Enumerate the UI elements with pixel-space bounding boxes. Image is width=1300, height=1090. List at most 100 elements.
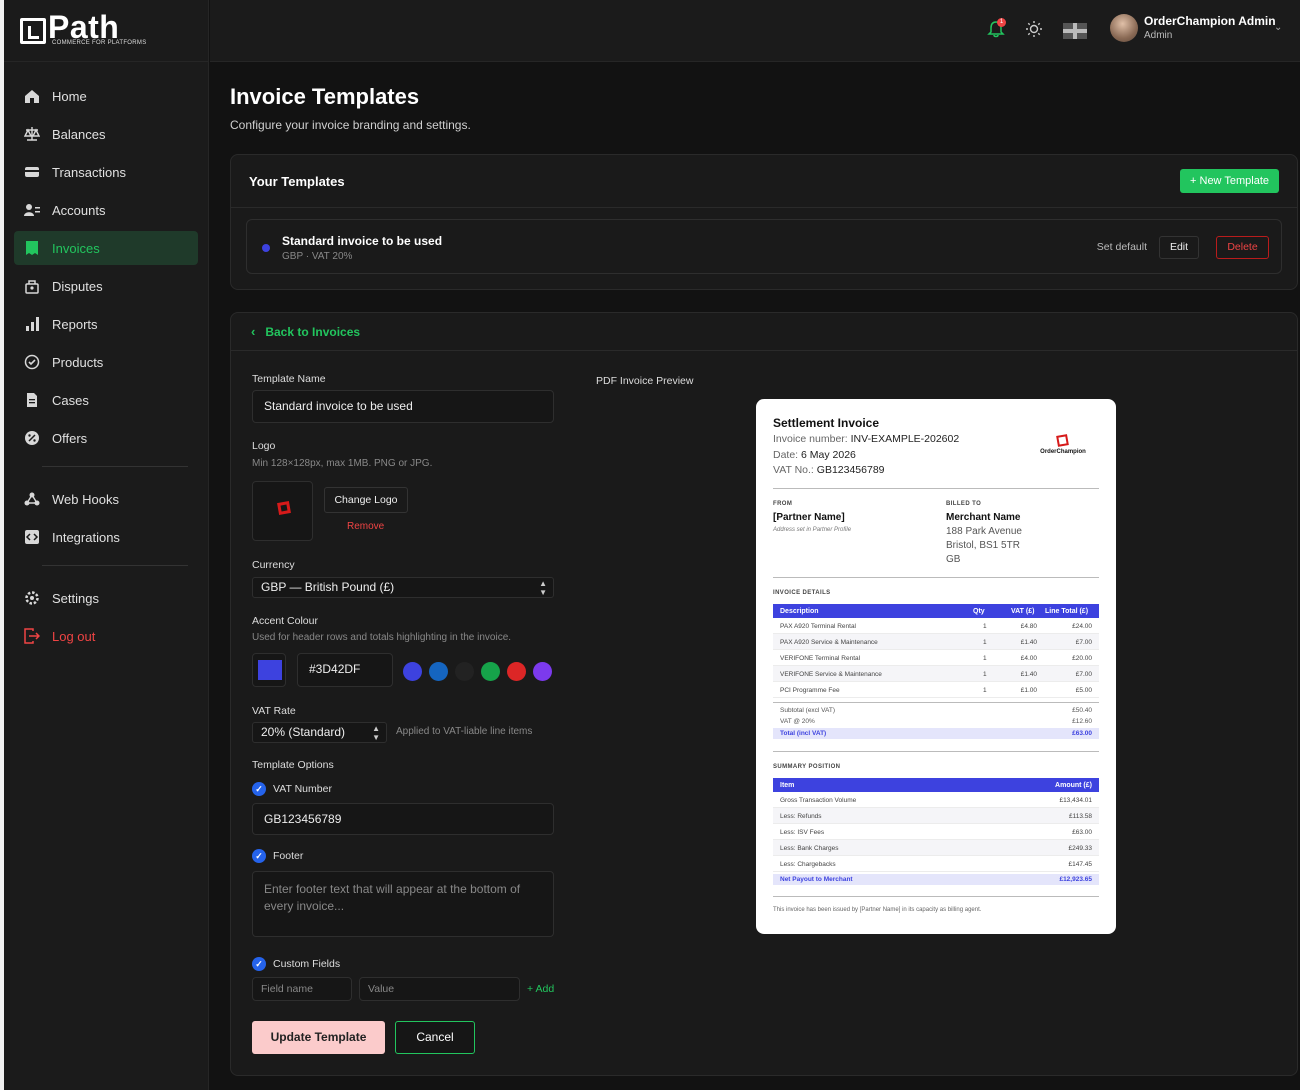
- orderchampion-logo-icon: [1056, 434, 1069, 447]
- accent-hex-input[interactable]: #3D42DF: [297, 653, 393, 687]
- card-icon: [24, 164, 40, 180]
- sidebar-item-label: Offers: [52, 430, 88, 446]
- sidebar-item-settings[interactable]: Settings: [14, 581, 198, 615]
- change-logo-button[interactable]: Change Logo: [324, 487, 408, 513]
- accent-color-picker[interactable]: [252, 653, 286, 687]
- invoice-date-line: Date: 6 May 2026: [773, 449, 856, 461]
- page-subtitle: Configure your invoice branding and sett…: [230, 118, 471, 132]
- footer-textarea[interactable]: Enter footer text that will appear at th…: [252, 871, 554, 937]
- billed-to-address-1: 188 Park Avenue: [946, 526, 1022, 537]
- vat-row: VAT @ 20% £12.60: [773, 716, 1099, 727]
- vat-rate-label: VAT Rate: [252, 705, 296, 717]
- vat-rate-select[interactable]: 20% (Standard) ▲ ▼: [252, 722, 387, 743]
- billed-to-address-3: GB: [946, 554, 961, 565]
- invoice-vat-label: VAT No.:: [773, 464, 814, 476]
- invoice-footer-note: This invoice has been issued by [Partner…: [773, 907, 982, 913]
- delete-template-button[interactable]: Delete: [1216, 236, 1269, 259]
- vat-number-label: VAT Number: [273, 783, 332, 795]
- footer-checkbox[interactable]: ✓: [252, 849, 266, 863]
- language-button[interactable]: [1062, 20, 1088, 42]
- payout-value: £12,923.65: [1059, 876, 1092, 883]
- row-vat: £4.00: [1020, 655, 1037, 662]
- color-option-red[interactable]: [507, 662, 526, 681]
- sidebar-item-home[interactable]: Home: [14, 79, 198, 113]
- color-option-green[interactable]: [481, 662, 500, 681]
- table-row: VERIFONE Terminal Rental 1 £4.00 £20.00: [773, 650, 1099, 666]
- invoice-number: INV-EXAMPLE-202602: [850, 433, 960, 445]
- total-value: £63.00: [1072, 730, 1092, 737]
- invoice-title: Settlement Invoice: [773, 416, 880, 430]
- details-table-header: Description Qty VAT (£) Line Total (£): [773, 604, 1099, 618]
- vat-rate-value: 20% (Standard): [261, 725, 346, 739]
- avatar[interactable]: [1110, 14, 1138, 42]
- row-description: PAX A920 Terminal Rental: [780, 623, 856, 630]
- sidebar-item-label: Balances: [52, 126, 106, 142]
- sidebar-item-integrations[interactable]: Integrations: [14, 520, 198, 554]
- integrations-icon: [24, 529, 40, 545]
- sidebar-item-label: Web Hooks: [52, 491, 119, 507]
- footer-label: Footer: [273, 850, 304, 862]
- theme-toggle-button[interactable]: [1023, 20, 1045, 42]
- sidebar-item-label: Cases: [52, 392, 89, 408]
- summary-item: Less: ISV Fees: [780, 829, 825, 836]
- sidebar-item-transactions[interactable]: Transactions: [14, 155, 198, 189]
- pdf-preview-heading: PDF Invoice Preview: [596, 375, 694, 387]
- dispute-icon: [24, 278, 40, 294]
- user-role: Admin: [1144, 30, 1173, 41]
- color-option-purple[interactable]: [533, 662, 552, 681]
- color-option-dark-blue[interactable]: [429, 662, 448, 681]
- cancel-button[interactable]: Cancel: [395, 1021, 475, 1054]
- table-row: PCI Programme Fee 1 £1.00 £5.00: [773, 682, 1099, 698]
- row-total: £24.00: [1072, 623, 1092, 630]
- sidebar-item-logout[interactable]: Log out: [14, 619, 198, 653]
- color-option-blue[interactable]: [403, 662, 422, 681]
- field-name-input[interactable]: Field name: [252, 977, 352, 1001]
- currency-value: GBP — British Pound (£): [261, 580, 395, 594]
- invoice-number-label: Invoice number:: [773, 433, 848, 445]
- column-header: Amount (£): [1055, 782, 1092, 789]
- new-template-button[interactable]: + New Template: [1180, 169, 1279, 193]
- edit-template-button[interactable]: Edit: [1159, 236, 1199, 259]
- sidebar-item-balances[interactable]: Balances: [14, 117, 198, 151]
- table-row: Less: Refunds £113.58: [773, 808, 1099, 824]
- logo-thumbnail: [252, 481, 313, 541]
- sidebar-item-products[interactable]: Products: [14, 345, 198, 379]
- add-custom-field-link[interactable]: + Add: [527, 983, 554, 995]
- update-template-button[interactable]: Update Template: [252, 1021, 385, 1054]
- invoice-number-line: Invoice number: INV-EXAMPLE-202602: [773, 433, 959, 445]
- summary-table-header: Item Amount (£): [773, 778, 1099, 792]
- remove-logo-link[interactable]: Remove: [347, 521, 384, 532]
- sidebar-item-offers[interactable]: Offers: [14, 421, 198, 455]
- user-name[interactable]: OrderChampion Admin: [1144, 14, 1276, 28]
- vat-number-input[interactable]: GB123456789: [252, 803, 554, 835]
- divider: [773, 577, 1099, 578]
- summary-item: Less: Chargebacks: [780, 861, 836, 868]
- sidebar-item-invoices[interactable]: Invoices: [14, 231, 198, 265]
- vat-number-checkbox[interactable]: ✓: [252, 782, 266, 796]
- row-description: PAX A920 Service & Maintenance: [780, 639, 878, 646]
- notifications-button[interactable]: 1: [985, 18, 1007, 42]
- back-to-invoices-link[interactable]: ‹ Back to Invoices: [231, 313, 1297, 351]
- row-qty: 1: [983, 687, 987, 694]
- back-label: Back to Invoices: [265, 324, 361, 339]
- sidebar-item-webhooks[interactable]: Web Hooks: [14, 482, 198, 516]
- home-icon: [24, 88, 40, 104]
- from-name: [Partner Name]: [773, 512, 845, 523]
- field-value-input[interactable]: Value: [359, 977, 520, 1001]
- summary-item: Less: Bank Charges: [780, 845, 839, 852]
- custom-fields-checkbox[interactable]: ✓: [252, 957, 266, 971]
- currency-select[interactable]: GBP — British Pound (£) ▲ ▼: [252, 577, 554, 598]
- template-item[interactable]: Standard invoice to be used GBP · VAT 20…: [246, 219, 1282, 274]
- template-color-dot: [262, 244, 270, 252]
- sidebar-item-reports[interactable]: Reports: [14, 307, 198, 341]
- sidebar-item-disputes[interactable]: Disputes: [14, 269, 198, 303]
- sidebar-item-accounts[interactable]: Accounts: [14, 193, 198, 227]
- sidebar-item-cases[interactable]: Cases: [14, 383, 198, 417]
- template-name-input[interactable]: Standard invoice to be used: [252, 390, 554, 423]
- bar-chart-icon: [24, 316, 40, 332]
- set-default-link[interactable]: Set default: [1097, 241, 1147, 253]
- brand-logo[interactable]: Path COMMERCE FOR PLATFORMS: [4, 0, 208, 62]
- color-option-black[interactable]: [455, 662, 474, 681]
- sidebar-divider: [42, 565, 188, 566]
- chevron-down-icon[interactable]: ⌄: [1274, 22, 1282, 33]
